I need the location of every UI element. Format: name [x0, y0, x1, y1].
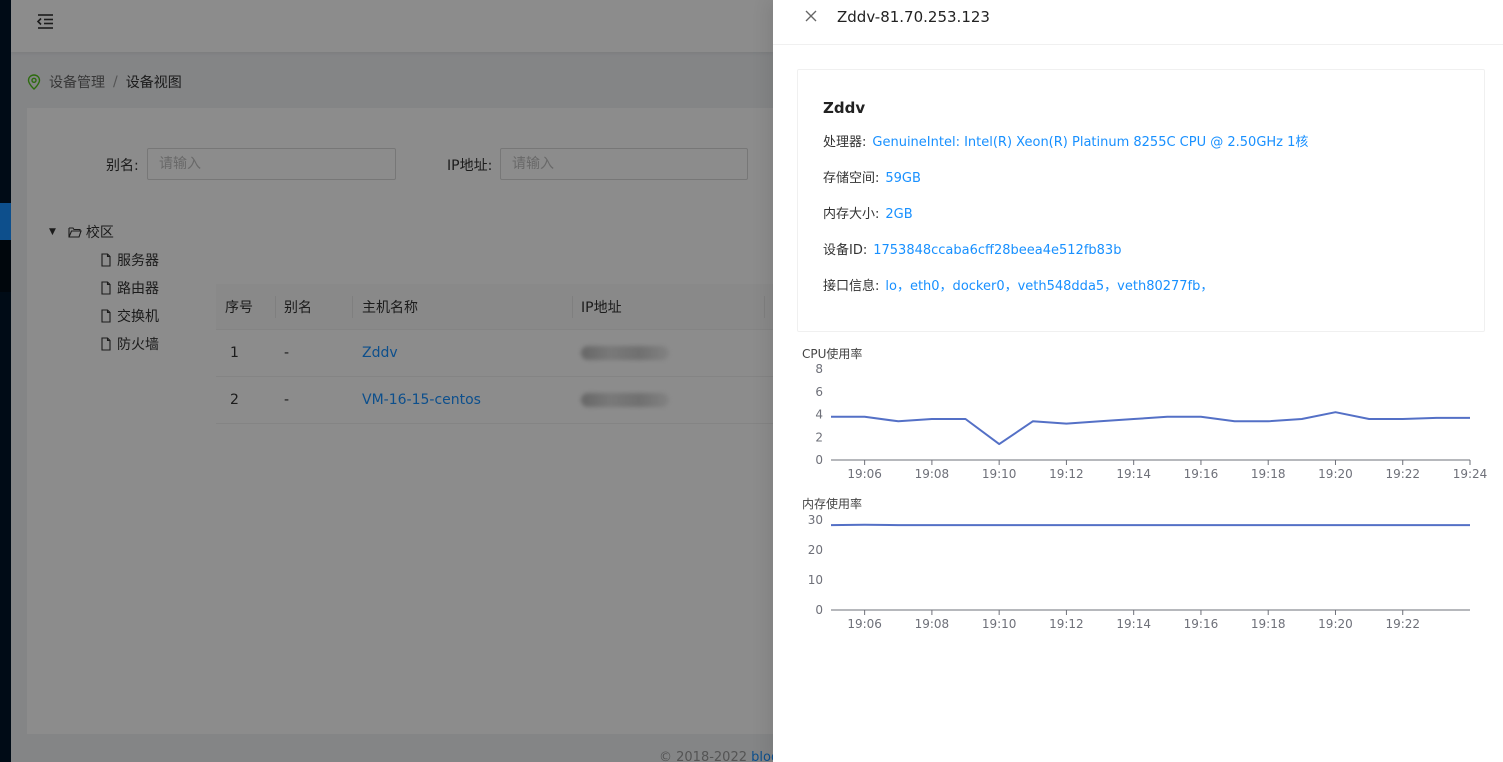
x-tick-label: 19:22	[1385, 467, 1420, 481]
y-tick-label: 10	[808, 573, 823, 587]
x-tick-label: 19:14	[1116, 467, 1151, 481]
x-tick-label: 19:12	[1049, 617, 1084, 631]
info-row-device-id: 设备ID: 1753848ccaba6cff28beea4e512fb83b	[823, 239, 1121, 258]
info-row-cpu: 处理器: GenuineIntel: Intel(R) Xeon(R) Plati…	[823, 131, 1308, 150]
info-value: 2GB	[885, 207, 913, 222]
y-tick-label: 6	[815, 385, 823, 399]
x-tick-label: 19:18	[1251, 467, 1286, 481]
x-tick-label: 19:06	[847, 617, 882, 631]
x-tick-label: 19:20	[1318, 467, 1353, 481]
info-key: 存储空间:	[823, 171, 880, 186]
host-title: Zddv	[823, 99, 866, 117]
drawer-header: Zddv-81.70.253.123	[773, 0, 1503, 45]
x-tick-label: 19:16	[1184, 467, 1219, 481]
y-tick-label: 0	[815, 603, 823, 617]
y-tick-label: 4	[815, 408, 823, 422]
x-tick-label: 19:20	[1318, 617, 1353, 631]
info-row-memory: 内存大小: 2GB	[823, 203, 913, 222]
info-row-interfaces: 接口信息: lo，eth0，docker0，veth548dda5，veth802…	[823, 275, 1213, 294]
info-row-storage: 存储空间: 59GB	[823, 167, 921, 186]
x-tick-label: 19:14	[1116, 617, 1151, 631]
device-info-card: Zddv 处理器: GenuineIntel: Intel(R) Xeon(R) …	[797, 69, 1485, 332]
info-key: 内存大小:	[823, 207, 880, 222]
info-value: 1753848ccaba6cff28beea4e512fb83b	[873, 243, 1122, 258]
info-key: 处理器:	[823, 135, 867, 150]
cpu-usage-chart: 0 2 4 6 8 19:06 19:08 19:10 19:12 19:14 19:16 19:18…	[815, 362, 1488, 481]
y-tick-label: 30	[808, 513, 823, 527]
x-tick-label: 19:24	[1453, 467, 1488, 481]
drawer-mask[interactable]	[0, 0, 773, 762]
x-tick-label: 19:22	[1385, 617, 1420, 631]
y-tick-label: 20	[808, 543, 823, 557]
info-key: 设备ID:	[823, 243, 868, 258]
drawer-title: Zddv-81.70.253.123	[837, 8, 990, 26]
x-tick-label: 19:08	[915, 617, 950, 631]
y-tick-label: 0	[815, 453, 823, 467]
series-line	[831, 411, 1470, 446]
x-tick-label: 19:08	[915, 467, 950, 481]
x-tick-label: 19:18	[1251, 617, 1286, 631]
close-icon[interactable]	[803, 8, 819, 24]
y-tick-label: 2	[815, 430, 823, 444]
memory-usage-chart: 0 10 20 30 19:06 19:08 19:10 19:12 19:14 19:16 19:…	[808, 513, 1471, 631]
info-value: 59GB	[885, 171, 921, 186]
info-key: 接口信息:	[823, 279, 880, 294]
x-tick-label: 19:12	[1049, 467, 1084, 481]
x-tick-label: 19:10	[982, 467, 1017, 481]
x-tick-label: 19:10	[982, 617, 1017, 631]
info-value: GenuineIntel: Intel(R) Xeon(R) Platinum …	[872, 135, 1309, 150]
y-tick-label: 8	[815, 362, 823, 376]
info-value: lo，eth0，docker0，veth548dda5，veth80277fb，	[885, 279, 1214, 294]
x-tick-label: 19:06	[847, 467, 882, 481]
device-detail-drawer: Zddv-81.70.253.123 Zddv 处理器: GenuineIntel…	[773, 0, 1503, 762]
x-tick-label: 19:16	[1184, 617, 1219, 631]
